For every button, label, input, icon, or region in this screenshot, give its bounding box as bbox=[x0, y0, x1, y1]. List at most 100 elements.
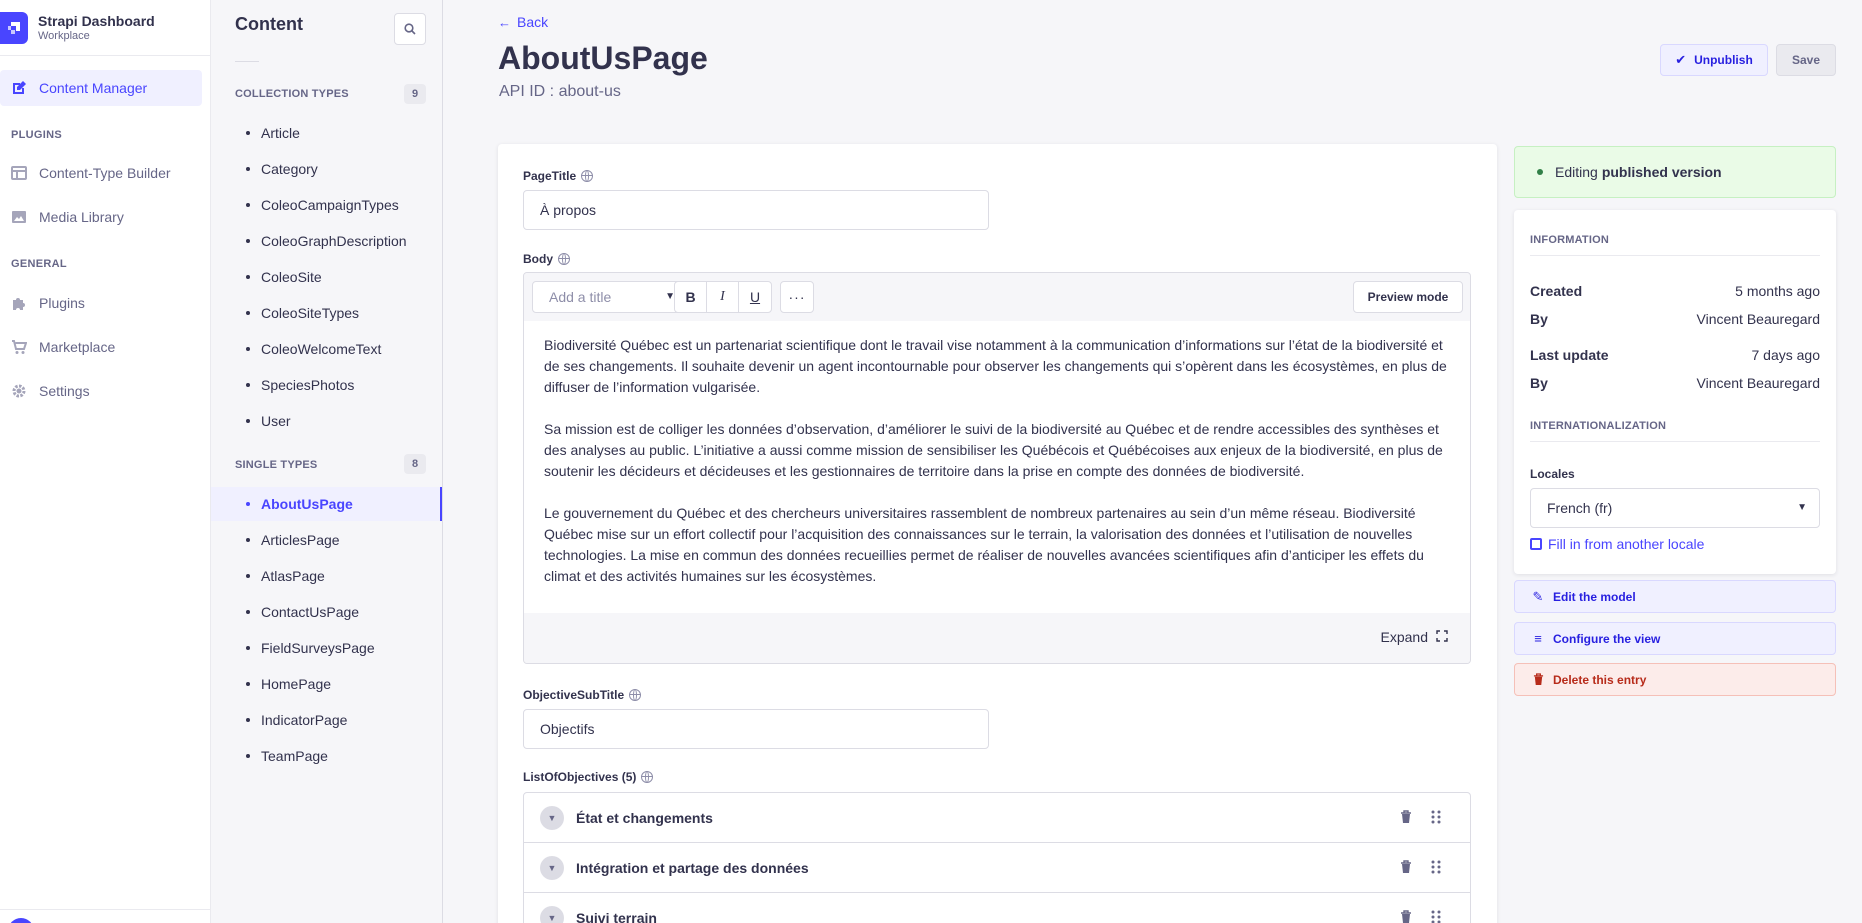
objective-subtitle-input[interactable]: Objectifs bbox=[523, 709, 989, 749]
locale-select[interactable]: French (fr) ▼ bbox=[1530, 488, 1820, 528]
brand[interactable]: Strapi Dashboard Workplace bbox=[0, 0, 210, 56]
nav-label: Media Library bbox=[39, 209, 124, 225]
nav-marketplace[interactable]: Marketplace bbox=[0, 329, 202, 365]
trash-icon[interactable] bbox=[1400, 910, 1412, 923]
image-icon bbox=[11, 209, 27, 225]
nav-content-manager[interactable]: Content Manager bbox=[0, 70, 202, 106]
chevron-down-icon[interactable]: ▼ bbox=[540, 805, 564, 830]
single-types-count: 8 bbox=[404, 454, 426, 474]
layout-icon bbox=[11, 165, 27, 181]
collection-types-heading: COLLECTION TYPES bbox=[235, 88, 349, 100]
save-button[interactable]: Save bbox=[1776, 44, 1836, 76]
status-dot-icon bbox=[1537, 169, 1543, 175]
subnav-item-category[interactable]: Category bbox=[211, 152, 442, 186]
chevron-down-icon[interactable]: ▼ bbox=[540, 905, 564, 923]
locales-label: Locales bbox=[1530, 467, 1575, 481]
back-link[interactable]: ← Back bbox=[498, 14, 548, 30]
body-paragraph: Biodiversité Québec est un partenariat s… bbox=[544, 337, 1447, 395]
expand-button[interactable]: Expand bbox=[1381, 629, 1448, 645]
subnav-search-button[interactable] bbox=[394, 13, 426, 45]
internationalization-heading: INTERNATIONALIZATION bbox=[1530, 420, 1667, 432]
edit-form: PageTitle À propos Body Add a title ▼ B … bbox=[498, 144, 1497, 923]
subnav-item-user[interactable]: User bbox=[211, 404, 442, 438]
globe-icon bbox=[629, 689, 642, 701]
subnav-item-teampage[interactable]: TeamPage bbox=[211, 739, 442, 773]
italic-button[interactable]: I bbox=[707, 282, 739, 312]
subnav-item-coleocampaigntypes[interactable]: ColeoCampaignTypes bbox=[211, 188, 442, 222]
nav-plugins[interactable]: Plugins bbox=[0, 285, 202, 321]
subnav-item-speciesphotos[interactable]: SpeciesPhotos bbox=[211, 368, 442, 402]
arrow-left-icon: ← bbox=[498, 14, 511, 30]
bold-button[interactable]: B bbox=[675, 282, 707, 312]
delete-entry-button[interactable]: Delete this entry bbox=[1514, 663, 1836, 696]
drag-handle-icon[interactable] bbox=[1430, 909, 1442, 923]
editor-content[interactable]: Biodiversité Québec est un partenariat s… bbox=[524, 321, 1470, 613]
content-subnav: Content COLLECTION TYPES 9 Article Categ… bbox=[211, 0, 443, 923]
check-icon: ✔ bbox=[1675, 52, 1687, 67]
gear-icon bbox=[11, 383, 27, 399]
body-paragraph: Sa mission est de colliger les données d… bbox=[544, 421, 1443, 479]
underline-icon: U bbox=[749, 289, 761, 305]
divider bbox=[1530, 255, 1820, 256]
caret-down-icon: ▼ bbox=[1797, 502, 1807, 513]
subnav-item-coleowelcometext[interactable]: ColeoWelcomeText bbox=[211, 332, 442, 366]
shopping-cart-icon bbox=[11, 339, 27, 355]
configure-view-button[interactable]: ≡ Configure the view bbox=[1514, 622, 1836, 655]
page-title-input[interactable]: À propos bbox=[523, 190, 989, 230]
format-button-group: B I U bbox=[674, 281, 772, 313]
bold-icon: B bbox=[685, 289, 696, 305]
page-title: AboutUsPage bbox=[498, 40, 708, 76]
search-icon bbox=[404, 23, 416, 35]
subnav-item-fieldsurveyspage[interactable]: FieldSurveysPage bbox=[211, 631, 442, 665]
trash-icon[interactable] bbox=[1400, 810, 1412, 824]
subnav-item-coleographdescription[interactable]: ColeoGraphDescription bbox=[211, 224, 442, 258]
strapi-logo-icon bbox=[0, 11, 28, 44]
last-update-row: Last update 7 days ago bbox=[1530, 347, 1820, 363]
information-heading: INFORMATION bbox=[1530, 234, 1609, 246]
subnav-item-article[interactable]: Article bbox=[211, 116, 442, 150]
preview-mode-button[interactable]: Preview mode bbox=[1353, 281, 1463, 313]
nav-label: Content-Type Builder bbox=[39, 165, 171, 181]
underline-button[interactable]: U bbox=[739, 282, 771, 312]
subnav-item-coleositetypes[interactable]: ColeoSiteTypes bbox=[211, 296, 442, 330]
drag-handle-icon[interactable] bbox=[1430, 859, 1442, 875]
trash-icon bbox=[1531, 673, 1545, 686]
page-title-label: PageTitle bbox=[523, 169, 594, 183]
duplicate-icon bbox=[1530, 538, 1542, 550]
nav-footer bbox=[0, 909, 211, 923]
expand-icon bbox=[1436, 629, 1448, 645]
editor-toolbar: Add a title ▼ B I U ··· Preview mode bbox=[524, 273, 1470, 321]
subnav-item-articlespage[interactable]: ArticlesPage bbox=[211, 523, 442, 557]
list-item[interactable]: ▼ Suivi terrain bbox=[524, 893, 1470, 923]
unpublish-button[interactable]: ✔ Unpublish bbox=[1660, 44, 1768, 76]
subnav-item-aboutuspage[interactable]: AboutUsPage bbox=[211, 487, 442, 521]
objective-subtitle-label: ObjectiveSubTitle bbox=[523, 688, 642, 702]
subnav-item-indicatorpage[interactable]: IndicatorPage bbox=[211, 703, 442, 737]
globe-icon bbox=[641, 771, 654, 783]
list-item[interactable]: ▼ État et changements bbox=[524, 793, 1470, 843]
globe-icon bbox=[581, 170, 594, 182]
nav-content-type-builder[interactable]: Content-Type Builder bbox=[0, 155, 202, 191]
editor-footer: Expand bbox=[524, 613, 1470, 663]
fill-from-locale-link[interactable]: Fill in from another locale bbox=[1530, 536, 1704, 552]
more-options-button[interactable]: ··· bbox=[780, 281, 814, 313]
divider bbox=[235, 61, 259, 62]
subnav-item-coleosite[interactable]: ColeoSite bbox=[211, 260, 442, 294]
created-by-row: By Vincent Beauregard bbox=[1530, 311, 1820, 327]
drag-handle-icon[interactable] bbox=[1430, 809, 1442, 825]
list-item[interactable]: ▼ Intégration et partage des données bbox=[524, 843, 1470, 893]
nav-media-library[interactable]: Media Library bbox=[0, 199, 202, 235]
workspace-name: Workplace bbox=[38, 30, 90, 42]
user-avatar[interactable] bbox=[8, 918, 34, 923]
subnav-title: Content bbox=[235, 14, 303, 34]
subnav-item-homepage[interactable]: HomePage bbox=[211, 667, 442, 701]
ellipsis-icon: ··· bbox=[788, 289, 806, 305]
list-settings-icon: ≡ bbox=[1534, 631, 1542, 646]
nav-settings[interactable]: Settings bbox=[0, 373, 202, 409]
edit-model-button[interactable]: ✎ Edit the model bbox=[1514, 580, 1836, 613]
trash-icon[interactable] bbox=[1400, 860, 1412, 874]
subnav-item-atlaspage[interactable]: AtlasPage bbox=[211, 559, 442, 593]
subnav-item-contactuspage[interactable]: ContactUsPage bbox=[211, 595, 442, 629]
chevron-down-icon[interactable]: ▼ bbox=[540, 855, 564, 880]
heading-select[interactable]: Add a title ▼ bbox=[532, 281, 690, 313]
